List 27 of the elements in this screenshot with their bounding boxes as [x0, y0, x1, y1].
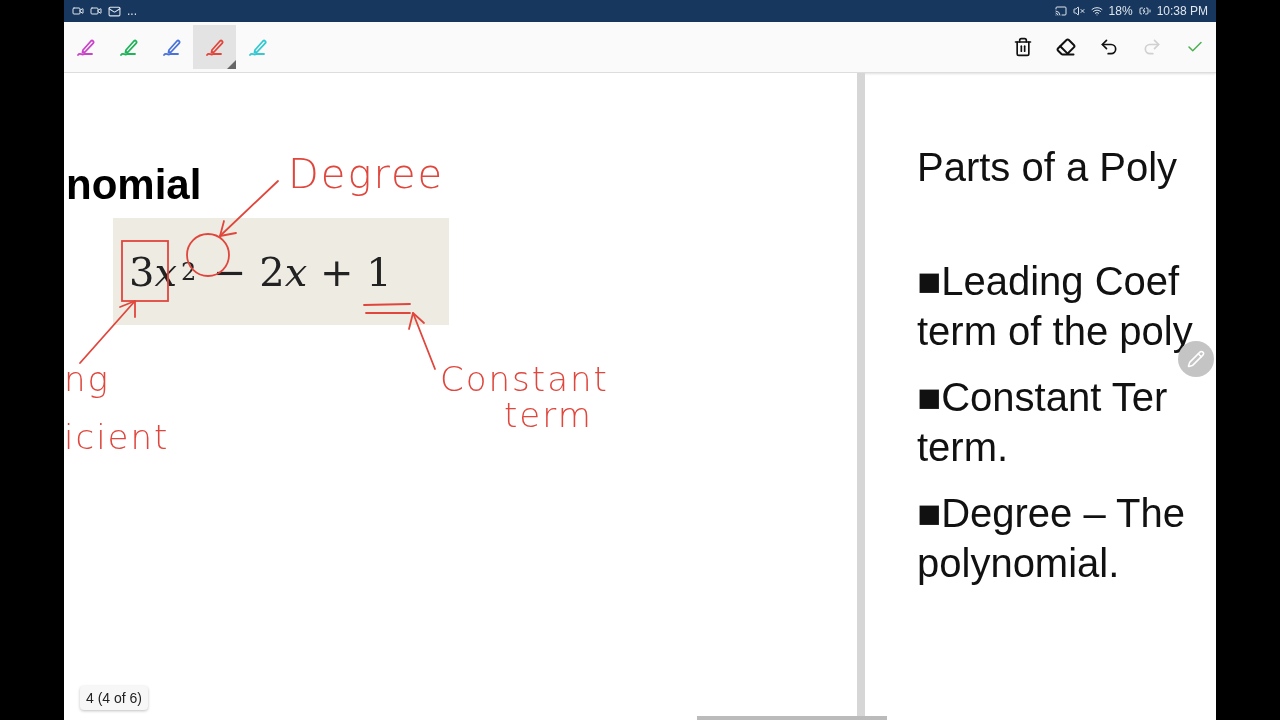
ink-arrow: [79, 300, 136, 364]
pen-button[interactable]: [193, 25, 236, 69]
page-indicator: 4 (4 of 6): [80, 686, 149, 710]
eraser-icon: [1055, 37, 1076, 57]
mail-icon: [108, 4, 121, 18]
slide-title: nomial: [66, 161, 202, 209]
handwritten-note: ng: [64, 359, 110, 399]
battery-level: 18%: [1108, 4, 1133, 18]
more-indicator: ...: [127, 4, 137, 18]
video-icon: [90, 5, 102, 17]
video-icon: [72, 5, 84, 17]
battery-icon: [1138, 5, 1151, 17]
mute-icon: [1072, 5, 1085, 17]
cast-icon: [1054, 5, 1067, 17]
ink-underline: [363, 303, 411, 314]
undo-icon: [1098, 37, 1119, 57]
bullet-text: ■Constant Ter term.: [917, 374, 1169, 471]
wifi-icon: [1090, 5, 1103, 17]
slide-title: Parts of a Poly: [917, 145, 1179, 190]
handwritten-note: Degree: [288, 151, 445, 197]
handwritten-note: icient: [64, 417, 170, 457]
trash-icon: [1012, 37, 1033, 57]
ink-arrow: [219, 180, 279, 237]
bullet-text: ■Degree – The polynomial.: [917, 490, 1187, 587]
bullet-text: ■Leading Coef term of the poly: [917, 258, 1194, 355]
clock: 10:38 PM: [1156, 4, 1208, 18]
ink-arrow: [408, 312, 436, 370]
